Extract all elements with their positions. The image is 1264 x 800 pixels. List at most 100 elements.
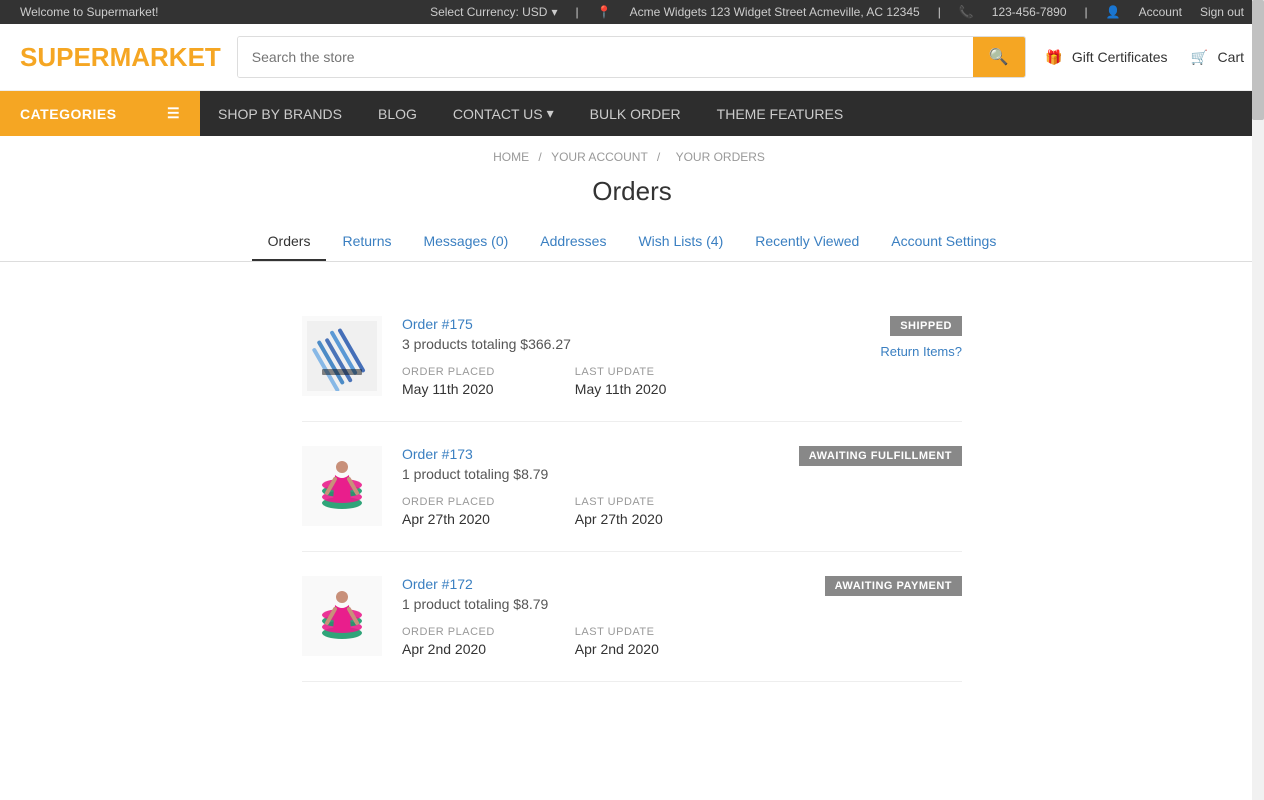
nav-bulk-order-label: BULK ORDER — [590, 106, 681, 122]
header-actions: 🎁 Gift Certificates 🛒 Cart — [1042, 45, 1244, 69]
last-update-group-175: LAST UPDATE May 11th 2020 — [575, 366, 667, 397]
last-update-value-172: Apr 2nd 2020 — [575, 641, 659, 657]
gift-icon: 🎁 — [1042, 45, 1066, 69]
product-image-172 — [307, 581, 377, 651]
nav-contact-us-label: CONTACT US — [453, 106, 543, 122]
product-image-brushes — [307, 321, 377, 391]
breadcrumb-current: YOUR ORDERS — [676, 150, 765, 164]
order-placed-label-172: ORDER PLACED — [402, 626, 495, 638]
main-nav: CATEGORIES ☰ SHOP BY BRANDS BLOG CONTACT… — [0, 91, 1264, 136]
order-link-173[interactable]: Order #173 — [402, 446, 473, 462]
currency-label: Select Currency: USD — [430, 5, 547, 19]
status-badge-172: AWAITING PAYMENT — [825, 576, 962, 596]
categories-button[interactable]: CATEGORIES ☰ — [0, 91, 200, 136]
nav-theme-features-label: THEME FEATURES — [717, 106, 844, 122]
orders-list: Order #175 3 products totaling $366.27 O… — [282, 292, 982, 682]
order-item: Order #175 3 products totaling $366.27 O… — [302, 292, 962, 422]
nav-blog-label: BLOG — [378, 106, 417, 122]
order-placed-value-172: Apr 2nd 2020 — [402, 641, 495, 657]
gift-certificates-link[interactable]: 🎁 Gift Certificates — [1042, 45, 1168, 69]
categories-label: CATEGORIES — [20, 106, 117, 122]
breadcrumb: HOME / YOUR ACCOUNT / YOUR ORDERS — [0, 136, 1264, 170]
search-button[interactable]: 🔍 — [973, 37, 1025, 77]
breadcrumb-sep-2: / — [657, 150, 664, 164]
order-link-172[interactable]: Order #172 — [402, 576, 473, 592]
account-link[interactable]: Account — [1139, 5, 1182, 19]
order-status-175: SHIPPED Return Items? — [802, 316, 962, 359]
tab-orders[interactable]: Orders — [252, 223, 327, 261]
order-image-173 — [302, 446, 382, 526]
scrollbar-thumb[interactable] — [1252, 0, 1264, 120]
nav-blog[interactable]: BLOG — [360, 92, 435, 136]
separator-2: | — [938, 5, 941, 19]
tab-recently-viewed[interactable]: Recently Viewed — [739, 223, 875, 261]
hamburger-icon: ☰ — [167, 105, 180, 122]
nav-shop-by-brands[interactable]: SHOP BY BRANDS — [200, 92, 360, 136]
store-address: Acme Widgets 123 Widget Street Acmeville… — [630, 5, 920, 19]
scrollbar-track[interactable] — [1252, 0, 1264, 800]
top-bar-right: Select Currency: USD ▾ | 📍 Acme Widgets … — [430, 5, 1244, 19]
nav-contact-us-arrow: ▾ — [547, 105, 554, 122]
gift-label: Gift Certificates — [1072, 49, 1168, 65]
signout-link[interactable]: Sign out — [1200, 5, 1244, 19]
phone-icon: 📞 — [959, 5, 974, 19]
nav-bulk-order[interactable]: BULK ORDER — [572, 92, 699, 136]
tab-returns[interactable]: Returns — [326, 223, 407, 261]
order-info-172: Order #172 1 product totaling $8.79 ORDE… — [402, 576, 782, 657]
tab-messages[interactable]: Messages (0) — [407, 223, 524, 261]
nav-contact-us[interactable]: CONTACT US ▾ — [435, 91, 572, 136]
nav-items: SHOP BY BRANDS BLOG CONTACT US ▾ BULK OR… — [200, 91, 861, 136]
cart-label: Cart — [1218, 49, 1244, 65]
account-tabs: Orders Returns Messages (0) Addresses Wi… — [0, 223, 1264, 262]
location-icon: 📍 — [597, 5, 612, 19]
breadcrumb-account[interactable]: YOUR ACCOUNT — [551, 150, 647, 164]
order-placed-value-175: May 11th 2020 — [402, 381, 495, 397]
order-info-175: Order #175 3 products totaling $366.27 O… — [402, 316, 782, 397]
search-input[interactable] — [238, 37, 973, 77]
order-status-173: AWAITING FULFILLMENT — [799, 446, 962, 466]
return-items-link-175[interactable]: Return Items? — [880, 344, 962, 359]
tab-account-settings[interactable]: Account Settings — [875, 223, 1012, 261]
cart-icon: 🛒 — [1188, 45, 1212, 69]
order-meta-175: ORDER PLACED May 11th 2020 LAST UPDATE M… — [402, 366, 782, 397]
order-summary-172: 1 product totaling $8.79 — [402, 596, 782, 612]
order-item-172: Order #172 1 product totaling $8.79 ORDE… — [302, 552, 962, 682]
breadcrumb-sep-1: / — [538, 150, 545, 164]
nav-shop-by-brands-label: SHOP BY BRANDS — [218, 106, 342, 122]
last-update-value-173: Apr 27th 2020 — [575, 511, 663, 527]
order-image-175 — [302, 316, 382, 396]
order-item-173: Order #173 1 product totaling $8.79 ORDE… — [302, 422, 962, 552]
search-bar: 🔍 — [237, 36, 1026, 78]
order-placed-group-172: ORDER PLACED Apr 2nd 2020 — [402, 626, 495, 657]
last-update-group-173: LAST UPDATE Apr 27th 2020 — [575, 496, 663, 527]
currency-arrow: ▾ — [551, 5, 557, 19]
account-icon: 👤 — [1106, 5, 1121, 19]
tab-wish-lists[interactable]: Wish Lists (4) — [622, 223, 739, 261]
phone-number: 123-456-7890 — [992, 5, 1067, 19]
order-placed-label-175: ORDER PLACED — [402, 366, 495, 378]
order-link-175[interactable]: Order #175 — [402, 316, 473, 332]
order-status-172: AWAITING PAYMENT — [802, 576, 962, 596]
nav-theme-features[interactable]: THEME FEATURES — [699, 92, 862, 136]
logo[interactable]: SUPERMARKET — [20, 42, 221, 73]
order-meta-172: ORDER PLACED Apr 2nd 2020 LAST UPDATE Ap… — [402, 626, 782, 657]
order-placed-group-175: ORDER PLACED May 11th 2020 — [402, 366, 495, 397]
last-update-label-172: LAST UPDATE — [575, 626, 659, 638]
order-placed-value-173: Apr 27th 2020 — [402, 511, 495, 527]
status-badge-175: SHIPPED — [890, 316, 962, 336]
currency-selector[interactable]: Select Currency: USD ▾ — [430, 5, 557, 19]
last-update-value-175: May 11th 2020 — [575, 381, 667, 397]
tab-addresses[interactable]: Addresses — [524, 223, 622, 261]
separator-3: | — [1085, 5, 1088, 19]
breadcrumb-home[interactable]: HOME — [493, 150, 529, 164]
order-placed-group-173: ORDER PLACED Apr 27th 2020 — [402, 496, 495, 527]
top-bar: Welcome to Supermarket! Select Currency:… — [0, 0, 1264, 24]
product-image-173 — [307, 451, 377, 521]
welcome-message: Welcome to Supermarket! — [20, 5, 159, 19]
last-update-label-175: LAST UPDATE — [575, 366, 667, 378]
order-summary-175: 3 products totaling $366.27 — [402, 336, 782, 352]
status-badge-173: AWAITING FULFILLMENT — [799, 446, 962, 466]
page-title: Orders — [0, 170, 1264, 223]
cart-link[interactable]: 🛒 Cart — [1188, 45, 1244, 69]
order-image-172 — [302, 576, 382, 656]
